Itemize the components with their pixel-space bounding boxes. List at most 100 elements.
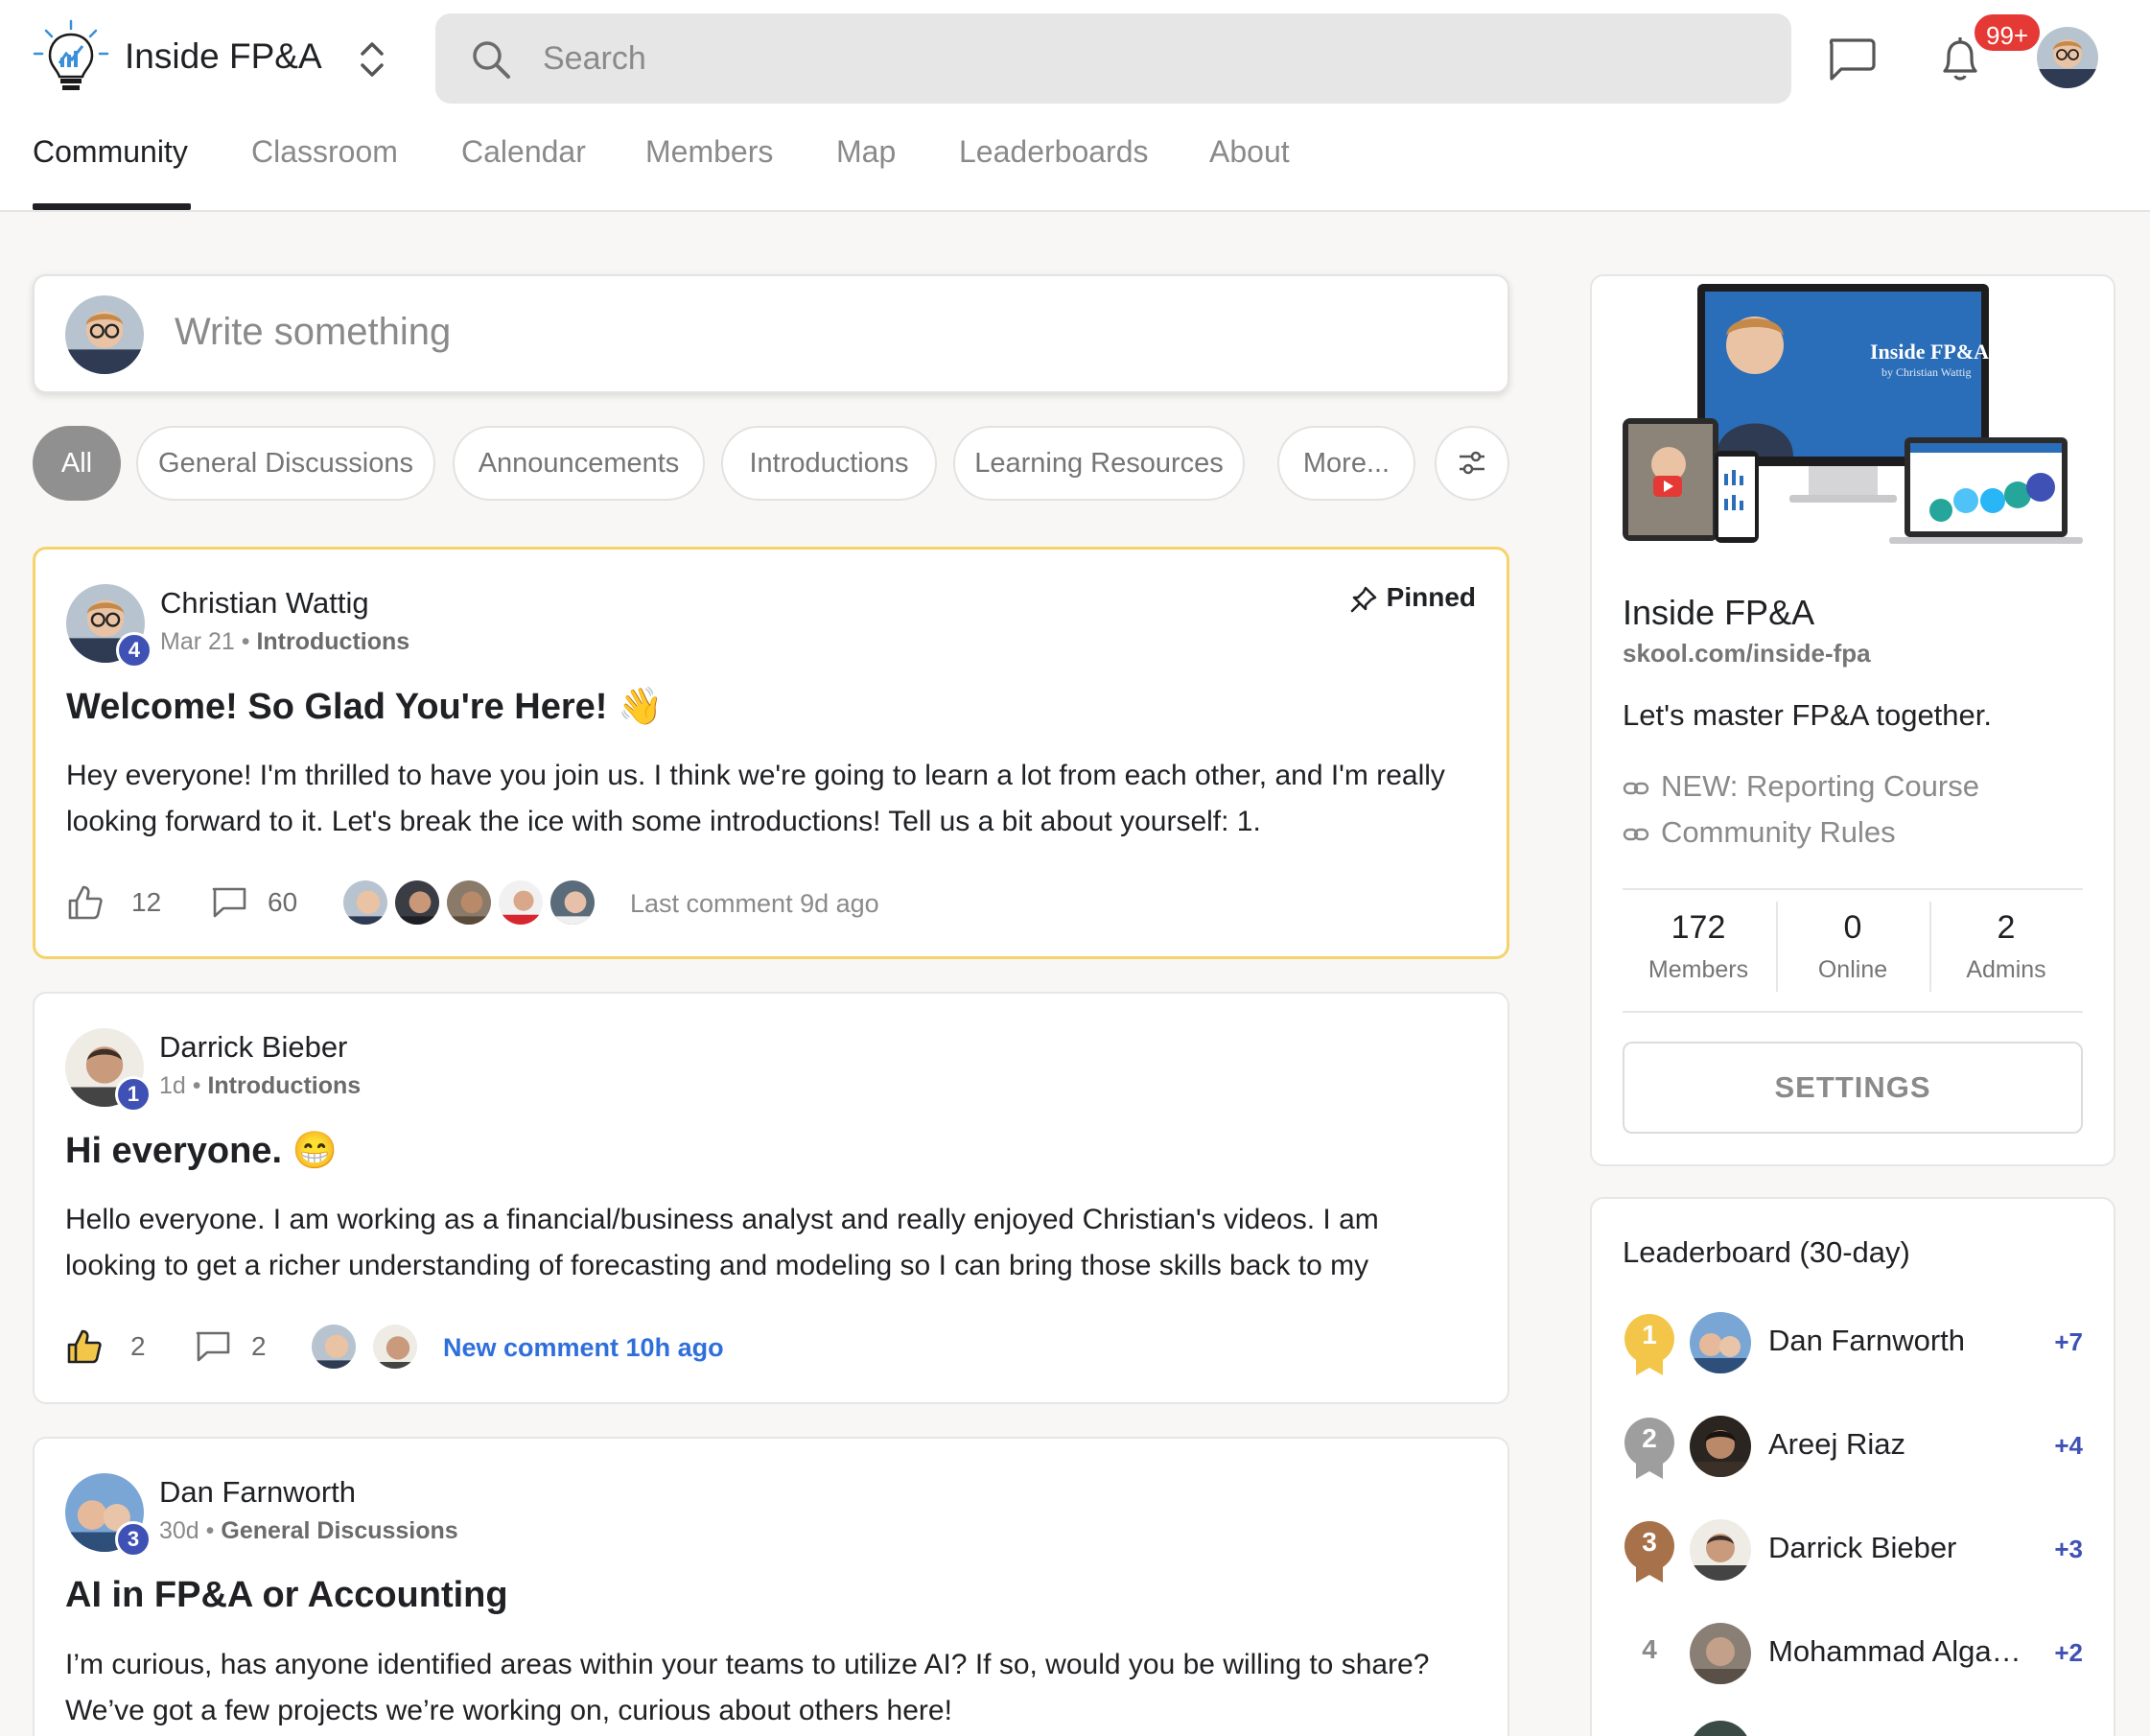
post-composer[interactable]: Write something: [33, 274, 1509, 393]
post-date: 1d: [159, 1072, 186, 1099]
post-author-name[interactable]: Darrick Bieber: [159, 1030, 347, 1065]
new-comment-time[interactable]: New comment 10h ago: [443, 1333, 724, 1363]
leaderboard-row[interactable]: 3 Darrick Bieber +3: [1623, 1519, 2083, 1586]
last-comment-time: Last comment 9d ago: [630, 889, 879, 918]
composer-placeholder[interactable]: Write something: [175, 311, 451, 354]
like-icon[interactable]: [66, 883, 105, 922]
leaderboard-row[interactable]: 1 Dan Farnworth +7: [1623, 1312, 2083, 1379]
community-name[interactable]: Inside FP&A: [125, 36, 322, 77]
post-author-name[interactable]: Christian Wattig: [160, 586, 369, 621]
filter-announcements[interactable]: Announcements: [453, 426, 705, 501]
leader-avatar-partial[interactable]: [1690, 1721, 1751, 1736]
leaderboard-title[interactable]: Leaderboard (30-day): [1623, 1235, 1910, 1270]
user-avatar[interactable]: [2037, 27, 2098, 88]
commenter-avatar[interactable]: [548, 878, 597, 927]
stat-value: 0: [1843, 909, 1862, 946]
leader-points: +3: [2054, 1535, 2083, 1563]
leader-name[interactable]: Dan Farnworth: [1768, 1324, 2027, 1358]
leader-avatar[interactable]: [1690, 1416, 1751, 1477]
filter-settings-button[interactable]: [1435, 426, 1509, 501]
author-level-badge: 4: [116, 632, 152, 669]
leader-name[interactable]: Darrick Bieber: [1768, 1531, 2027, 1565]
comment-icon[interactable]: [194, 1329, 232, 1364]
like-count: 12: [131, 887, 162, 917]
stat-admins[interactable]: 2 Admins: [1930, 909, 2082, 984]
like-icon-active[interactable]: [65, 1327, 104, 1366]
cover-subtitle: by Christian Wattig: [1881, 365, 1971, 379]
group-info-card: Inside FP&A by Christian Wattig Inside F…: [1590, 274, 2115, 1166]
lightbulb-logo-icon[interactable]: [33, 19, 109, 96]
post-category[interactable]: General Discussions: [221, 1517, 457, 1544]
post-card[interactable]: 1 Darrick Bieber 1d • Introductions Hi e…: [33, 992, 1509, 1404]
comment-icon[interactable]: [210, 885, 248, 920]
tab-about[interactable]: About: [1209, 134, 1290, 170]
commenter-avatar[interactable]: [370, 1322, 420, 1372]
tab-community[interactable]: Community: [33, 134, 188, 170]
commenter-avatar[interactable]: [444, 878, 494, 927]
gold-medal-icon: 1: [1623, 1312, 1676, 1379]
cover-title: Inside FP&A: [1870, 340, 1989, 364]
tab-map[interactable]: Map: [836, 134, 896, 170]
notification-count-badge[interactable]: 99+: [1972, 12, 2044, 54]
post-title[interactable]: Hi everyone. 😁: [65, 1130, 338, 1172]
leaderboard-row[interactable]: 2 Areej Riaz +4: [1623, 1416, 2083, 1483]
post-date: Mar 21: [160, 628, 235, 655]
filter-general-discussions[interactable]: General Discussions: [136, 426, 435, 501]
rank-number: 1: [1642, 1320, 1657, 1349]
author-level-badge: 1: [115, 1076, 152, 1113]
post-title[interactable]: Welcome! So Glad You're Here! 👋: [66, 686, 663, 728]
commenter-avatar[interactable]: [309, 1322, 359, 1372]
post-date: 30d: [159, 1517, 199, 1544]
post-card[interactable]: 4 Christian Wattig Mar 21 • Introduction…: [33, 547, 1509, 959]
post-body[interactable]: Hey everyone! I'm thrilled to have you j…: [66, 753, 1476, 845]
search-bar[interactable]: [435, 13, 1791, 104]
filter-all[interactable]: All: [33, 426, 121, 501]
post-meta: 30d • General Discussions: [159, 1517, 458, 1544]
group-name: Inside FP&A: [1623, 593, 1815, 632]
community-switcher-icon[interactable]: [357, 36, 387, 82]
leaderboard-row[interactable]: 4 Mohammad Alga… +2: [1623, 1623, 2083, 1690]
leader-avatar[interactable]: [1690, 1519, 1751, 1581]
post-body[interactable]: Hello everyone. I am working as a financ…: [65, 1197, 1475, 1289]
tab-leaderboards[interactable]: Leaderboards: [959, 134, 1148, 170]
post-meta: Mar 21 • Introductions: [160, 628, 410, 655]
pinned-badge: Pinned: [1348, 582, 1476, 615]
tab-classroom[interactable]: Classroom: [251, 134, 398, 170]
post-card[interactable]: 3 Dan Farnworth 30d • General Discussion…: [33, 1437, 1509, 1736]
link-icon: [1623, 828, 1649, 841]
commenter-avatar[interactable]: [496, 878, 546, 927]
bronze-medal-icon: 3: [1623, 1519, 1676, 1586]
search-input[interactable]: [543, 33, 1751, 84]
filter-learning-resources[interactable]: Learning Resources: [953, 426, 1245, 501]
filter-more[interactable]: More...: [1277, 426, 1415, 501]
post-author-name[interactable]: Dan Farnworth: [159, 1475, 356, 1510]
group-url[interactable]: skool.com/inside-fpa: [1623, 639, 1871, 669]
post-title[interactable]: AI in FP&A or Accounting: [65, 1575, 508, 1616]
post-category[interactable]: Introductions: [207, 1072, 361, 1099]
stat-members[interactable]: 172 Members: [1623, 909, 1774, 984]
link-reporting-course[interactable]: NEW: Reporting Course: [1623, 769, 1979, 804]
filter-introductions[interactable]: Introductions: [721, 426, 937, 501]
leader-points: +4: [2054, 1431, 2083, 1460]
post-body[interactable]: I’m curious, has anyone identified areas…: [65, 1642, 1475, 1734]
commenter-avatar[interactable]: [392, 878, 442, 927]
leader-avatar[interactable]: [1690, 1623, 1751, 1684]
rank-cell: 4: [1623, 1623, 1676, 1690]
leader-avatar[interactable]: [1690, 1312, 1751, 1373]
commenter-avatar[interactable]: [340, 878, 390, 927]
tab-members[interactable]: Members: [645, 134, 773, 170]
leader-name[interactable]: Areej Riaz: [1768, 1427, 2027, 1462]
link-icon: [1623, 782, 1649, 795]
stat-label: Members: [1648, 956, 1749, 983]
chat-icon[interactable]: [1828, 36, 1878, 82]
divider: [1623, 888, 2083, 890]
author-level-badge: 3: [115, 1521, 152, 1558]
link-community-rules[interactable]: Community Rules: [1623, 815, 1896, 850]
post-category[interactable]: Introductions: [256, 628, 409, 655]
post-meta: 1d • Introductions: [159, 1072, 362, 1099]
tab-calendar[interactable]: Calendar: [461, 134, 586, 170]
settings-button[interactable]: SETTINGS: [1623, 1042, 2083, 1134]
stat-online[interactable]: 0 Online: [1777, 909, 1928, 984]
leader-points: +2: [2054, 1638, 2083, 1667]
leader-name[interactable]: Mohammad Alga…: [1768, 1634, 2027, 1669]
